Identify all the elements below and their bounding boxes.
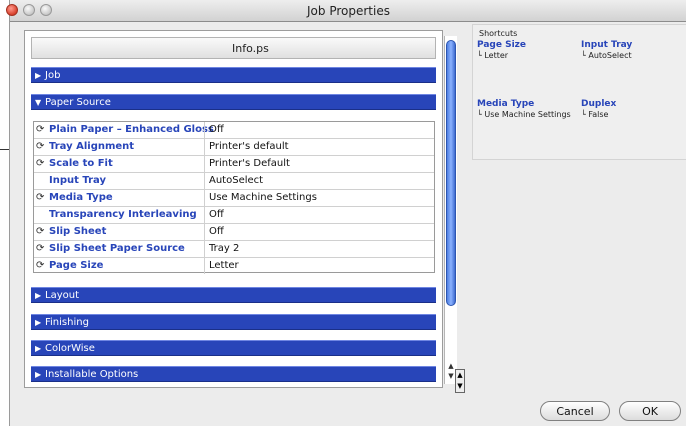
refresh-icon: ⟳ <box>36 260 45 271</box>
stepper-down-icon[interactable]: ▼ <box>456 381 464 392</box>
shortcut-duplex-label[interactable]: Duplex <box>581 99 616 109</box>
shortcut-page-size-label[interactable]: Page Size <box>477 40 526 50</box>
row-value[interactable]: Off <box>204 224 224 240</box>
section-installable-options-label: Installable Options <box>45 369 139 380</box>
section-paper-source[interactable]: ▼ Paper Source <box>31 94 436 110</box>
disclosure-right-icon: ▶ <box>35 318 42 327</box>
table-row[interactable]: Transparency Interleaving Off <box>34 207 434 224</box>
row-value[interactable]: Tray 2 <box>204 241 239 257</box>
section-finishing-label: Finishing <box>45 317 89 328</box>
row-value[interactable]: Off <box>204 207 224 223</box>
shortcut-duplex-value: └ False <box>581 110 609 119</box>
disclosure-right-icon: ▶ <box>35 291 42 300</box>
row-label: Media Type <box>49 192 113 203</box>
disclosure-down-icon: ▼ <box>35 98 42 107</box>
row-label: Scale to Fit <box>49 158 113 169</box>
section-colorwise[interactable]: ▶ ColorWise <box>31 340 436 356</box>
refresh-icon: ⟳ <box>36 243 45 254</box>
refresh-icon: ⟳ <box>36 192 45 203</box>
table-row[interactable]: ⟳ Slip Sheet Off <box>34 224 434 241</box>
document-header: Info.ps <box>31 37 436 59</box>
shortcut-page-size-value: └ Letter <box>477 51 509 60</box>
row-value[interactable]: Use Machine Settings <box>204 190 317 206</box>
properties-pane: Info.ps ▶ Job ▼ Paper Source ⟳ Plain Pap… <box>24 30 443 388</box>
ok-button[interactable]: OK <box>619 401 681 421</box>
cancel-button[interactable]: Cancel <box>540 401 610 421</box>
title-bar[interactable]: Job Properties <box>6 0 686 22</box>
row-label: Input Tray <box>49 175 106 186</box>
row-value[interactable]: Off <box>204 122 224 138</box>
section-colorwise-label: ColorWise <box>45 343 95 354</box>
table-row[interactable]: ⟳ Plain Paper – Enhanced Gloss Off <box>34 122 434 139</box>
row-label: Tray Alignment <box>49 141 135 152</box>
row-value[interactable]: Letter <box>204 258 239 274</box>
stepper-up-icon[interactable]: ▲ <box>456 370 464 381</box>
shortcut-media-type-label[interactable]: Media Type <box>477 99 534 109</box>
refresh-icon: ⟳ <box>36 124 45 135</box>
row-value[interactable]: Printer's default <box>204 139 289 155</box>
refresh-icon: ⟳ <box>36 158 45 169</box>
row-label: Page Size <box>49 260 104 271</box>
section-layout-label: Layout <box>45 290 79 301</box>
section-paper-source-label: Paper Source <box>45 97 111 108</box>
document-filename: Info.ps <box>232 42 269 55</box>
table-row[interactable]: Input Tray AutoSelect <box>34 173 434 190</box>
table-row[interactable]: ⟳ Slip Sheet Paper Source Tray 2 <box>34 241 434 258</box>
section-job-label: Job <box>45 70 61 81</box>
shortcuts-panel: Shortcuts Page Size └ Letter Input Tray … <box>472 24 686 160</box>
table-row[interactable]: ⟳ Page Size Letter <box>34 258 434 275</box>
scrollbar-thumb[interactable] <box>446 40 456 306</box>
section-layout[interactable]: ▶ Layout <box>31 287 436 303</box>
section-installable-options[interactable]: ▶ Installable Options <box>31 366 436 382</box>
section-finishing[interactable]: ▶ Finishing <box>31 314 436 330</box>
disclosure-right-icon: ▶ <box>35 344 42 353</box>
section-job[interactable]: ▶ Job <box>31 67 436 83</box>
paper-source-table: ⟳ Plain Paper – Enhanced Gloss Off ⟳ Tra… <box>33 121 435 275</box>
table-row[interactable]: ⟳ Scale to Fit Printer's Default <box>34 156 434 173</box>
row-label: Transparency Interleaving <box>49 209 197 220</box>
section-stepper[interactable]: ▲ ▼ <box>455 369 465 393</box>
refresh-icon: ⟳ <box>36 141 45 152</box>
row-label: Slip Sheet <box>49 226 107 237</box>
table-row[interactable]: ⟳ Media Type Use Machine Settings <box>34 190 434 207</box>
shortcut-input-tray-value: └ AutoSelect <box>581 51 632 60</box>
job-properties-window: Job Properties Info.ps ▶ Job ▼ Paper Sou… <box>6 0 686 426</box>
refresh-icon: ⟳ <box>36 226 45 237</box>
row-label: Plain Paper – Enhanced Gloss <box>49 124 214 135</box>
vertical-scrollbar[interactable]: ▲ ▼ <box>444 36 457 384</box>
table-row[interactable]: ⟳ Tray Alignment Printer's default <box>34 139 434 156</box>
shortcut-media-type-value: └ Use Machine Settings <box>477 110 571 119</box>
window-title: Job Properties <box>307 4 390 18</box>
shortcuts-title: Shortcuts <box>479 29 518 38</box>
disclosure-right-icon: ▶ <box>35 370 42 379</box>
row-value[interactable]: AutoSelect <box>204 173 263 189</box>
row-label: Slip Sheet Paper Source <box>49 243 185 254</box>
disclosure-right-icon: ▶ <box>35 71 42 80</box>
row-value[interactable]: Printer's Default <box>204 156 290 172</box>
shortcut-input-tray-label[interactable]: Input Tray <box>581 40 632 50</box>
